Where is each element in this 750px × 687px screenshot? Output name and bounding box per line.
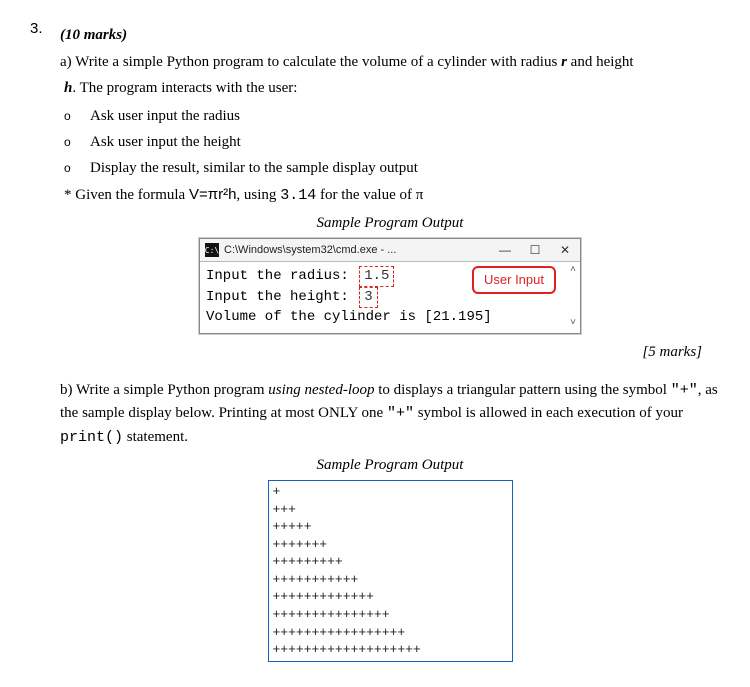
part-b-label: b): [60, 382, 76, 398]
sample-caption-a: Sample Program Output: [60, 215, 720, 232]
part-a-marks: [5 marks]: [60, 344, 702, 361]
text: symbol is allowed in each execution of y…: [414, 405, 683, 421]
pattern-line: +++++: [273, 518, 508, 536]
pattern-output-box: + +++ +++++ +++++++ +++++++++ ++++++++++…: [268, 480, 513, 661]
pi-value: 3.14: [280, 187, 316, 204]
bullet-text: Display the result, similar to the sampl…: [90, 156, 418, 180]
marks-header: (10 marks): [60, 24, 720, 47]
print-stmt: print(): [60, 429, 123, 446]
question-body: (10 marks) a) Write a simple Python prog…: [60, 20, 720, 662]
pattern-line: +++++++++++++++++: [273, 624, 508, 642]
pattern-line: +++++++++++++++++++: [273, 641, 508, 659]
text: . The program interacts with the user:: [72, 80, 297, 96]
formula-line: * Given the formula V=πr²h, using 3.14 f…: [64, 184, 720, 208]
cmd-body: ˄ Input the radius: 1.5 Input the height…: [200, 262, 580, 333]
pattern-line: +++: [273, 501, 508, 519]
bullet-row: o Display the result, similar to the sam…: [64, 156, 720, 180]
minimize-button[interactable]: —: [490, 239, 520, 261]
plus-symbol: "+": [387, 405, 414, 422]
cmd-title: C:\Windows\system32\cmd.exe - ...: [224, 244, 490, 256]
part-a-h-line: h. The program interacts with the user:: [64, 77, 720, 100]
bullet-text: Ask user input the height: [90, 130, 241, 154]
italic-text: using nested-loop: [268, 382, 374, 398]
scroll-down-icon: ˅: [570, 317, 576, 331]
bullet-icon: o: [64, 159, 74, 178]
prompt-text: Input the radius:: [206, 268, 349, 284]
user-input-height: 3: [359, 287, 377, 308]
cmd-line: Volume of the cylinder is [21.195]: [206, 308, 574, 327]
text: * Given the formula: [64, 187, 189, 203]
pattern-line: +++++++++++++: [273, 588, 508, 606]
prompt-text: Input the height:: [206, 289, 349, 305]
cmd-titlebar: C:\ C:\Windows\system32\cmd.exe - ... — …: [200, 239, 580, 262]
pattern-line: +: [273, 483, 508, 501]
bullet-icon: o: [64, 107, 74, 126]
sample-caption-b: Sample Program Output: [60, 457, 720, 474]
text: Write a simple Python program to calcula…: [75, 54, 561, 70]
user-input-radius: 1.5: [359, 266, 394, 287]
text: and height: [567, 54, 634, 70]
scroll-up-icon: ˄: [570, 264, 576, 278]
pattern-line: +++++++++: [273, 553, 508, 571]
user-input-callout: User Input: [472, 266, 556, 294]
close-button[interactable]: ✕: [550, 239, 580, 261]
text: , using: [236, 187, 280, 203]
bullet-icon: o: [64, 133, 74, 152]
plus-symbol: "+": [671, 382, 698, 399]
bullet-text: Ask user input the radius: [90, 104, 240, 128]
pattern-line: +++++++++++: [273, 571, 508, 589]
text: Write a simple Python program: [76, 382, 268, 398]
formula: V=πr²h: [189, 186, 236, 203]
question-block: 3. (10 marks) a) Write a simple Python p…: [30, 20, 720, 662]
part-a-label: a): [60, 54, 75, 70]
bullet-row: o Ask user input the radius: [64, 104, 720, 128]
pattern-line: +++++++: [273, 536, 508, 554]
part-a-intro: a) Write a simple Python program to calc…: [60, 51, 720, 74]
question-number: 3.: [30, 20, 48, 662]
text: to displays a triangular pattern using t…: [375, 382, 671, 398]
maximize-button[interactable]: ☐: [520, 239, 550, 261]
pattern-line: +++++++++++++++: [273, 606, 508, 624]
text: for the value of π: [316, 187, 423, 203]
cmd-window: C:\ C:\Windows\system32\cmd.exe - ... — …: [199, 238, 581, 334]
part-b-intro: b) Write a simple Python program using n…: [60, 379, 720, 450]
bullet-row: o Ask user input the height: [64, 130, 720, 154]
cmd-icon: C:\: [205, 243, 219, 257]
text: statement.: [123, 429, 188, 445]
